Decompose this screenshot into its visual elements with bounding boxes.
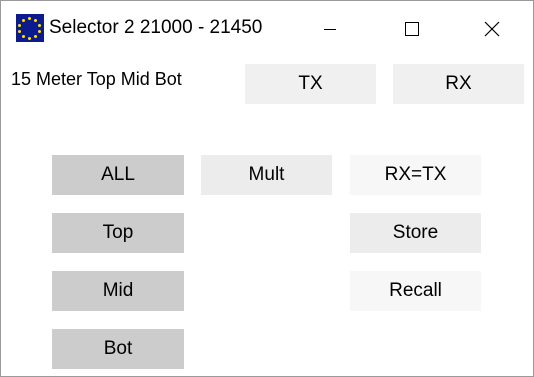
window-title: Selector 2 21000 - 21450 (49, 17, 263, 38)
all-button[interactable]: ALL (52, 155, 184, 195)
recall-button[interactable]: Recall (350, 271, 481, 311)
top-button[interactable]: Top (52, 213, 184, 253)
mult-button[interactable]: Mult (201, 155, 332, 195)
tx-button[interactable]: TX (245, 64, 376, 104)
close-icon (484, 21, 500, 37)
eu-flag-icon (16, 14, 44, 42)
bot-button[interactable]: Bot (52, 329, 184, 369)
mid-button[interactable]: Mid (52, 271, 184, 311)
title-bar[interactable]: Selector 2 21000 - 21450 (1, 1, 533, 58)
minimize-icon (324, 29, 336, 30)
rx-button[interactable]: RX (393, 64, 524, 104)
maximize-icon (405, 22, 419, 36)
store-button[interactable]: Store (350, 213, 481, 253)
band-label: 15 Meter Top Mid Bot (11, 69, 182, 89)
maximize-button[interactable] (389, 1, 435, 57)
rx-equals-tx-button[interactable]: RX=TX (350, 155, 481, 195)
close-button[interactable] (469, 1, 515, 57)
minimize-button[interactable] (307, 1, 353, 57)
selector-window: Selector 2 21000 - 21450 15 Meter Top Mi… (0, 0, 534, 377)
